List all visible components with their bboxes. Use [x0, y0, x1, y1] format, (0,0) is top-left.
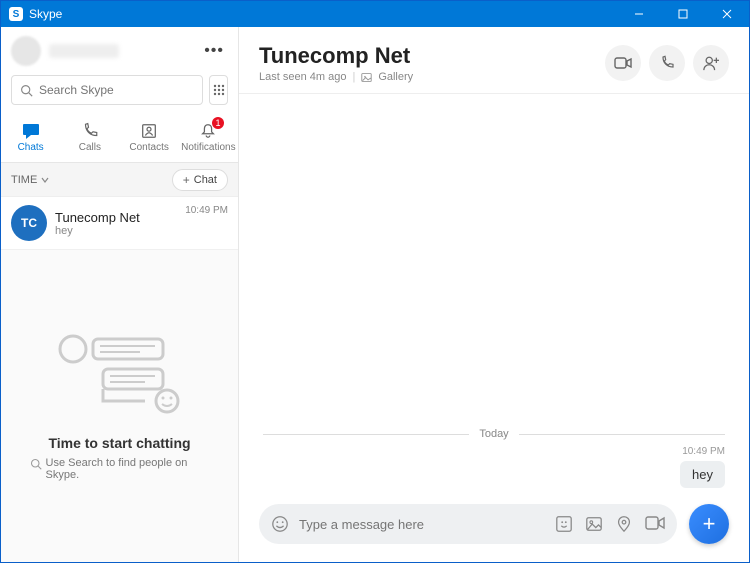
chevron-down-icon: [41, 176, 49, 184]
phone-icon: [659, 55, 675, 71]
skype-app-icon: S: [9, 7, 23, 21]
profile-avatar: [11, 36, 41, 66]
chat-header: Tunecomp Net Last seen 4m ago | Gallery: [239, 27, 749, 94]
plus-icon: +: [703, 511, 716, 537]
message-timestamp: 10:49 PM: [263, 446, 725, 457]
chat-title: Tunecomp Net: [259, 43, 605, 69]
new-chat-label: Chat: [194, 174, 217, 186]
chat-panel: Tunecomp Net Last seen 4m ago | Gallery: [239, 27, 749, 562]
emoji-icon[interactable]: [271, 515, 289, 533]
empty-illustration: [55, 331, 185, 421]
window-maximize-button[interactable]: [661, 1, 705, 27]
search-box[interactable]: [11, 75, 203, 105]
section-header: TIME + Chat: [1, 163, 238, 197]
tab-chats-label: Chats: [18, 142, 44, 153]
search-row: [1, 71, 238, 113]
tab-contacts[interactable]: Contacts: [120, 113, 179, 162]
nav-tabs: Chats Calls Contacts 1 Notifications: [1, 113, 238, 163]
empty-subtitle: Use Search to find people on Skype.: [46, 457, 210, 481]
notification-badge: 1: [212, 117, 224, 129]
conversation-time: 10:49 PM: [185, 205, 228, 241]
profile-name-blurred: [49, 44, 119, 58]
more-menu-button[interactable]: •••: [200, 38, 228, 64]
contacts-icon: [140, 122, 158, 140]
chat-status: Last seen 4m ago: [259, 71, 346, 83]
new-chat-button[interactable]: + Chat: [172, 169, 228, 191]
dialpad-button[interactable]: [209, 75, 228, 105]
tab-chats[interactable]: Chats: [1, 113, 60, 162]
message-input[interactable]: [299, 517, 545, 532]
image-icon[interactable]: [585, 515, 603, 533]
empty-title: Time to start chatting: [48, 435, 190, 451]
search-icon: [20, 84, 33, 97]
profile-row[interactable]: •••: [1, 27, 238, 71]
tab-notifications[interactable]: 1 Notifications: [179, 113, 238, 162]
sticker-icon[interactable]: [555, 515, 573, 533]
add-person-icon: [702, 55, 720, 71]
message-list[interactable]: Today 10:49 PM hey: [239, 94, 749, 494]
chat-icon: [21, 122, 41, 140]
tab-calls-label: Calls: [79, 142, 101, 153]
search-icon: [30, 458, 42, 470]
window-minimize-button[interactable]: [617, 1, 661, 27]
conversation-item[interactable]: TC Tunecomp Net hey 10:49 PM: [1, 197, 238, 250]
titlebar-title: Skype: [29, 7, 617, 21]
conversation-preview: hey: [55, 225, 177, 237]
video-icon: [614, 56, 632, 70]
tab-calls[interactable]: Calls: [60, 113, 119, 162]
conversation-avatar: TC: [11, 205, 47, 241]
empty-state: Time to start chatting Use Search to fin…: [1, 250, 238, 562]
day-separator-label: Today: [479, 428, 508, 440]
day-separator: Today: [263, 428, 725, 440]
app-body: ••• Chats: [1, 27, 749, 562]
composer-area: +: [239, 494, 749, 562]
section-time-label[interactable]: TIME: [11, 174, 37, 186]
add-people-button[interactable]: [693, 45, 729, 81]
conversation-name: Tunecomp Net: [55, 210, 177, 225]
audio-call-button[interactable]: [649, 45, 685, 81]
plus-icon: +: [183, 173, 190, 187]
message-bubble[interactable]: hey: [680, 461, 725, 488]
dialpad-icon: [212, 83, 226, 97]
separator: |: [352, 71, 355, 83]
titlebar: S Skype: [1, 1, 749, 27]
gallery-link[interactable]: Gallery: [378, 71, 413, 83]
composer[interactable]: [259, 504, 677, 544]
message-row: hey: [263, 461, 725, 488]
phone-icon: [81, 122, 99, 140]
video-call-button[interactable]: [605, 45, 641, 81]
location-icon[interactable]: [615, 515, 633, 533]
tab-contacts-label: Contacts: [129, 142, 168, 153]
video-message-icon[interactable]: [645, 515, 665, 531]
sidebar: ••• Chats: [1, 27, 239, 562]
tab-notifications-label: Notifications: [181, 142, 235, 153]
window-close-button[interactable]: [705, 1, 749, 27]
gallery-icon: [361, 72, 372, 83]
search-input[interactable]: [39, 83, 194, 97]
app-window: S Skype •••: [0, 0, 750, 563]
new-action-button[interactable]: +: [689, 504, 729, 544]
